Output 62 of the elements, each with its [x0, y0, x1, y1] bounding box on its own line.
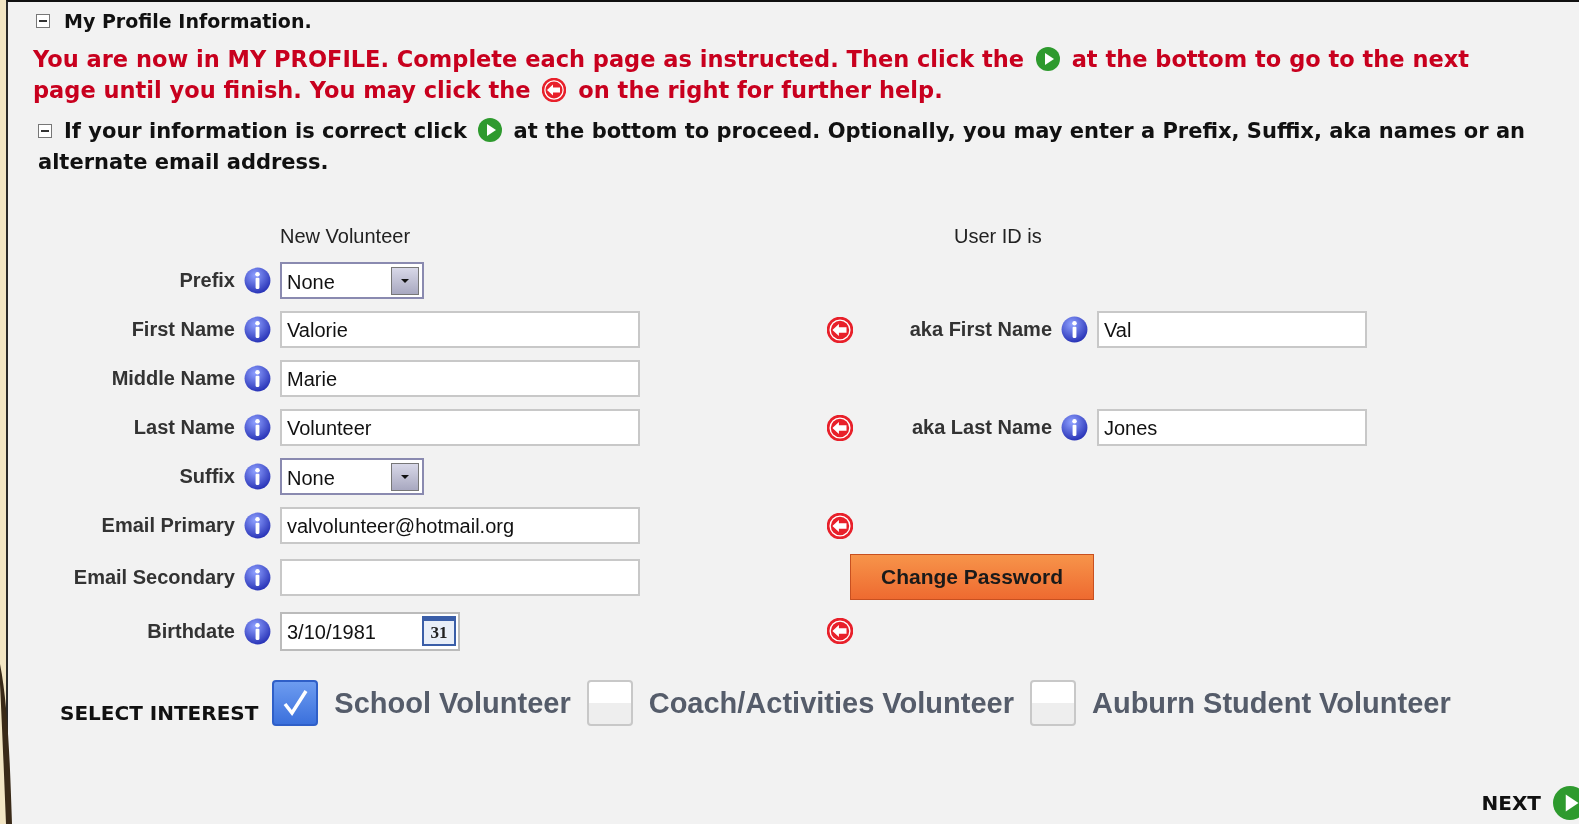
- instruction-text: If your information is correct click: [64, 119, 467, 143]
- instruction-text: page until you finish. You may click the: [33, 77, 531, 103]
- field-label: Email Primary: [101, 514, 235, 537]
- info-icon[interactable]: [244, 267, 271, 294]
- field-label: Prefix: [179, 269, 235, 292]
- field-label: First Name: [131, 318, 235, 341]
- column-heading: New Volunteer: [280, 224, 411, 248]
- input-field[interactable]: valvolunteer@hotmail.org: [280, 507, 640, 544]
- checkbox-label: School Volunteer: [334, 686, 571, 720]
- instruction-text: alternate email address.: [38, 150, 329, 174]
- field-label: aka Last Name: [911, 416, 1052, 439]
- collapse-toggle-icon[interactable]: [36, 14, 50, 28]
- next-label: NEXT: [1481, 791, 1541, 815]
- field-label: Middle Name: [111, 367, 235, 390]
- input-field[interactable]: Val: [1097, 311, 1367, 348]
- back-arrow-icon[interactable]: [827, 414, 853, 441]
- input-field[interactable]: Volunteer: [280, 409, 640, 446]
- info-icon[interactable]: [1061, 316, 1088, 343]
- collapse-toggle-icon[interactable]: [38, 123, 52, 138]
- info-icon[interactable]: [244, 563, 271, 591]
- change-password-button[interactable]: Change Password: [850, 554, 1094, 600]
- play-icon[interactable]: [478, 118, 503, 142]
- info-icon[interactable]: [244, 414, 271, 441]
- input-field[interactable]: Valorie: [280, 311, 640, 348]
- instruction-text: on the right for further help.: [578, 77, 943, 103]
- back-arrow-icon[interactable]: [542, 78, 567, 102]
- dropdown[interactable]: None: [280, 262, 424, 299]
- back-arrow-icon[interactable]: [827, 618, 853, 644]
- info-icon[interactable]: [1061, 414, 1088, 441]
- input-field[interactable]: Marie: [280, 360, 640, 397]
- info-icon[interactable]: [244, 365, 271, 392]
- checkbox[interactable]: [586, 680, 633, 726]
- checkbox-label: Auburn Student Volunteer: [1091, 686, 1451, 720]
- dropdown[interactable]: None: [280, 458, 424, 495]
- section-title: My Profile Information.: [64, 10, 312, 32]
- instruction-text: at the bottom to proceed. Optionally, you may enter a Prefix, Suffix, aka names or an: [513, 119, 1526, 143]
- instruction-text: at the bottom to go to the next: [1071, 46, 1469, 72]
- input-field[interactable]: [280, 558, 640, 596]
- instruction-text: You are now in MY PROFILE. Complete each page as instructed. Then click the: [33, 46, 1024, 72]
- checkbox[interactable]: [1029, 680, 1076, 726]
- field-label: Email Secondary: [73, 565, 235, 589]
- field-label: Birthdate: [147, 619, 235, 643]
- column-heading: User ID is: [954, 224, 1042, 248]
- info-icon[interactable]: [244, 617, 271, 645]
- caret-icon[interactable]: [391, 462, 419, 491]
- info-icon[interactable]: [244, 316, 271, 343]
- interest-label: SELECT INTEREST: [60, 700, 259, 725]
- field-label: Last Name: [133, 416, 235, 439]
- info-icon[interactable]: [244, 463, 271, 490]
- calendar-icon[interactable]: 31: [422, 616, 456, 646]
- info-icon[interactable]: [244, 512, 271, 539]
- back-arrow-icon[interactable]: [827, 316, 853, 343]
- play-icon[interactable]: [1553, 786, 1579, 820]
- back-arrow-icon[interactable]: [827, 512, 853, 539]
- field-label: Suffix: [179, 465, 235, 488]
- caret-icon[interactable]: [391, 266, 419, 295]
- checkbox-label: Coach/Activities Volunteer: [648, 686, 1014, 720]
- play-icon[interactable]: [1035, 47, 1060, 71]
- checkbox[interactable]: [272, 680, 319, 726]
- field-label: aka First Name: [909, 318, 1052, 341]
- date-field[interactable]: 3/10/1981 31: [280, 611, 460, 651]
- input-field[interactable]: Jones: [1097, 409, 1367, 446]
